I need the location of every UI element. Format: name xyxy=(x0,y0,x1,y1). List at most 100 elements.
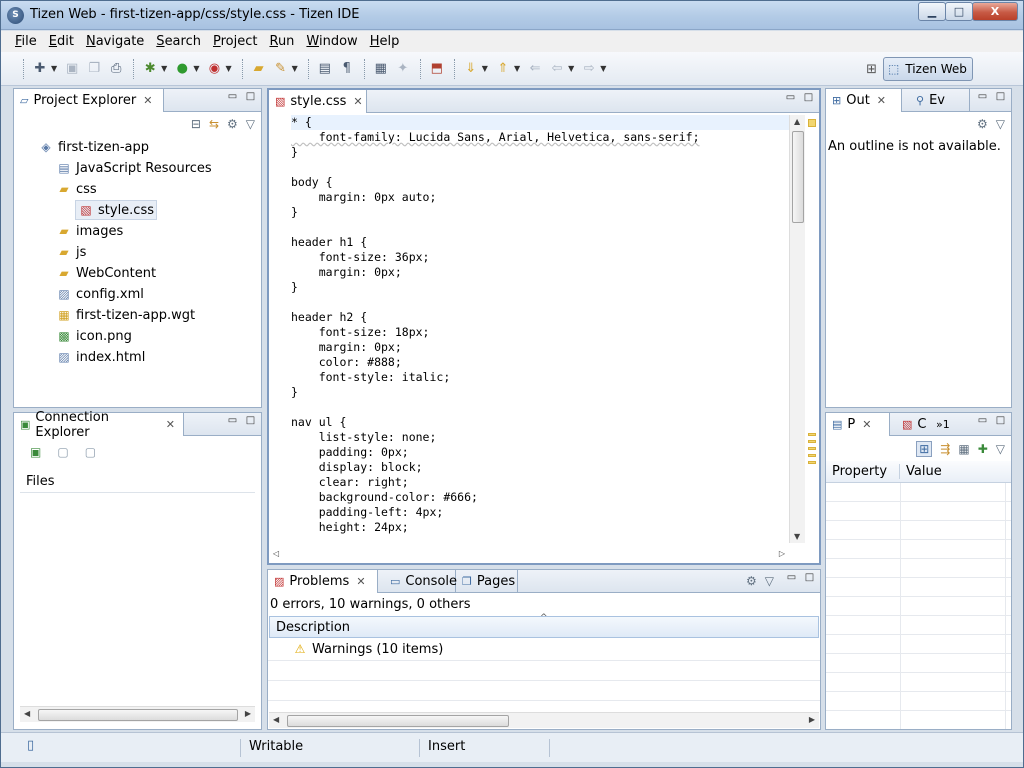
print-icon[interactable]: ⎙ xyxy=(106,59,126,79)
menu-window[interactable]: Window xyxy=(300,34,363,49)
restore-default-icon[interactable]: ▦ xyxy=(958,442,969,456)
fast-view-icon[interactable]: ▯ xyxy=(27,738,34,753)
collapse-all-icon[interactable]: ⊟ xyxy=(191,117,201,131)
previous-annotation-icon[interactable]: ⇑ xyxy=(493,59,513,79)
tab-pages[interactable]: ❐ Pages xyxy=(456,570,518,593)
maximize-view-icon[interactable]: □ xyxy=(244,416,257,427)
property-column-header[interactable]: Property xyxy=(826,464,900,479)
tree-item[interactable]: ▤ JavaScript Resources xyxy=(56,158,211,178)
back-icon[interactable]: ⇦ xyxy=(547,59,567,79)
menu-help[interactable]: Help xyxy=(364,34,406,49)
scroll-thumb[interactable] xyxy=(792,131,804,223)
toolbar-grip[interactable] xyxy=(453,58,457,79)
maximize-view-icon[interactable]: □ xyxy=(994,416,1007,427)
forward-icon[interactable]: ⇨ xyxy=(579,59,599,79)
scroll-right-icon[interactable]: ▷ xyxy=(779,549,785,558)
new-dropdown-icon[interactable]: ▼ xyxy=(51,64,57,73)
tree-item[interactable]: ◈ first-tizen-app xyxy=(38,137,149,157)
tab-console[interactable]: ▭ Console xyxy=(384,570,457,593)
close-tab-icon[interactable]: ✕ xyxy=(877,94,886,107)
minimize-view-icon[interactable]: ▭ xyxy=(226,92,239,103)
menu-file[interactable]: File xyxy=(9,34,43,49)
tree-item[interactable]: ▨ index.html xyxy=(56,347,145,367)
warning-marker[interactable] xyxy=(808,119,816,127)
tab-connection-explorer[interactable]: ▣ Connection Explorer ✕ xyxy=(14,410,184,440)
push-file-icon[interactable]: ▢ xyxy=(57,445,68,459)
warning-marker[interactable] xyxy=(808,447,816,450)
show-whitespace-icon[interactable]: ¶ xyxy=(337,59,357,79)
tree-item[interactable]: ▩ icon.png xyxy=(56,326,132,346)
open-folder-icon[interactable]: ▰ xyxy=(249,59,269,79)
tree-item[interactable]: ▦ first-tizen-app.wgt xyxy=(56,305,195,325)
minimize-editor-icon[interactable]: ▭ xyxy=(784,93,797,104)
forward-dropdown-icon[interactable]: ▼ xyxy=(600,64,606,73)
tree-item[interactable]: ▰ images xyxy=(56,221,123,241)
maximize-button[interactable]: □ xyxy=(945,2,973,21)
tab-style-css[interactable]: ▧ style.css ✕ xyxy=(269,90,367,113)
link-with-editor-icon[interactable]: ⇆ xyxy=(209,117,219,131)
tree-item-selected[interactable]: ▧ style.css xyxy=(75,200,157,220)
warning-marker[interactable] xyxy=(808,440,816,443)
tab-event[interactable]: ⚲ Ev xyxy=(910,89,970,112)
connect-icon[interactable]: ▣ xyxy=(30,445,41,459)
toolbar-grip[interactable] xyxy=(307,58,311,79)
close-tab-icon[interactable]: ✕ xyxy=(353,95,362,108)
scroll-right-icon[interactable]: ▶ xyxy=(809,715,815,724)
scroll-left-icon[interactable]: ◁ xyxy=(273,549,279,558)
menu-run[interactable]: Run xyxy=(263,34,300,49)
previous-annotation-dropdown-icon[interactable]: ▼ xyxy=(514,64,520,73)
scroll-right-icon[interactable]: ▶ xyxy=(245,709,251,718)
close-tab-icon[interactable]: ✕ xyxy=(356,575,365,588)
tab-properties[interactable]: ▤ P ✕ xyxy=(826,413,890,436)
maximize-view-icon[interactable]: □ xyxy=(803,573,816,584)
next-annotation-dropdown-icon[interactable]: ▼ xyxy=(482,64,488,73)
tree-item[interactable]: ▰ WebContent xyxy=(56,263,156,283)
code-editor[interactable]: * { font-family: Lucida Sans, Arial, Hel… xyxy=(269,113,819,563)
tab-outline[interactable]: ⊞ Out ✕ xyxy=(826,89,902,112)
scroll-up-icon[interactable]: ▲ xyxy=(794,117,800,126)
back-dropdown-icon[interactable]: ▼ xyxy=(568,64,574,73)
pin-dropdown-icon[interactable]: ▼ xyxy=(292,64,298,73)
close-tab-icon[interactable]: ✕ xyxy=(166,418,175,431)
close-button[interactable]: X xyxy=(972,2,1018,21)
warning-marker[interactable] xyxy=(808,461,816,464)
run-dropdown-icon[interactable]: ▼ xyxy=(193,64,199,73)
view-settings-icon[interactable]: ⚙ xyxy=(977,117,988,131)
run-icon[interactable]: ● xyxy=(172,59,192,79)
files-header[interactable]: Files xyxy=(20,471,255,493)
toolbar-grip[interactable] xyxy=(23,58,26,79)
save-all-icon[interactable]: ❐ xyxy=(84,59,104,79)
menu-project[interactable]: Project xyxy=(207,34,264,49)
next-annotation-icon[interactable]: ⇓ xyxy=(461,59,481,79)
tab-project-explorer[interactable]: ▱ Project Explorer ✕ xyxy=(14,89,164,112)
highlight-icon[interactable]: ✦ xyxy=(393,59,413,79)
overview-ruler[interactable] xyxy=(805,113,819,543)
view-menu-icon[interactable]: ▽ xyxy=(765,574,774,588)
package-icon[interactable]: ⬒ xyxy=(427,59,447,79)
value-column-header[interactable]: Value xyxy=(900,464,942,479)
view-settings-icon[interactable]: ⚙ xyxy=(227,117,238,131)
tab-problems[interactable]: ▨ Problems ✕ xyxy=(268,570,378,593)
scroll-thumb[interactable] xyxy=(287,715,509,727)
last-edit-icon[interactable]: ⇐ xyxy=(525,59,545,79)
minimize-view-icon[interactable]: ▭ xyxy=(226,416,239,427)
warning-marker[interactable] xyxy=(808,454,816,457)
minimize-view-icon[interactable]: ▭ xyxy=(976,92,989,103)
scroll-left-icon[interactable]: ◀ xyxy=(24,709,30,718)
external-tools-dropdown-icon[interactable]: ▼ xyxy=(225,64,231,73)
close-tab-icon[interactable]: ✕ xyxy=(143,94,152,107)
scroll-left-icon[interactable]: ◀ xyxy=(273,715,279,724)
horizontal-scrollbar[interactable]: ◁ ▷ xyxy=(269,547,789,563)
show-categories-icon[interactable]: ⊞ xyxy=(916,441,933,457)
tree-item[interactable]: ▰ css xyxy=(56,179,96,199)
close-tab-icon[interactable]: ✕ xyxy=(862,418,871,431)
code-text[interactable]: * { font-family: Lucida Sans, Arial, Hel… xyxy=(291,115,789,535)
view-settings-icon[interactable]: ⚙ xyxy=(746,574,757,588)
menu-edit[interactable]: Edit xyxy=(43,34,80,49)
horizontal-scrollbar[interactable]: ◀ ▶ xyxy=(269,712,819,728)
pin-icon[interactable]: ✎ xyxy=(271,59,291,79)
minimize-view-icon[interactable]: ▭ xyxy=(785,573,798,584)
debug-icon[interactable]: ✱ xyxy=(140,59,160,79)
toolbar-grip[interactable] xyxy=(363,58,367,79)
menu-navigate[interactable]: Navigate xyxy=(80,34,150,49)
